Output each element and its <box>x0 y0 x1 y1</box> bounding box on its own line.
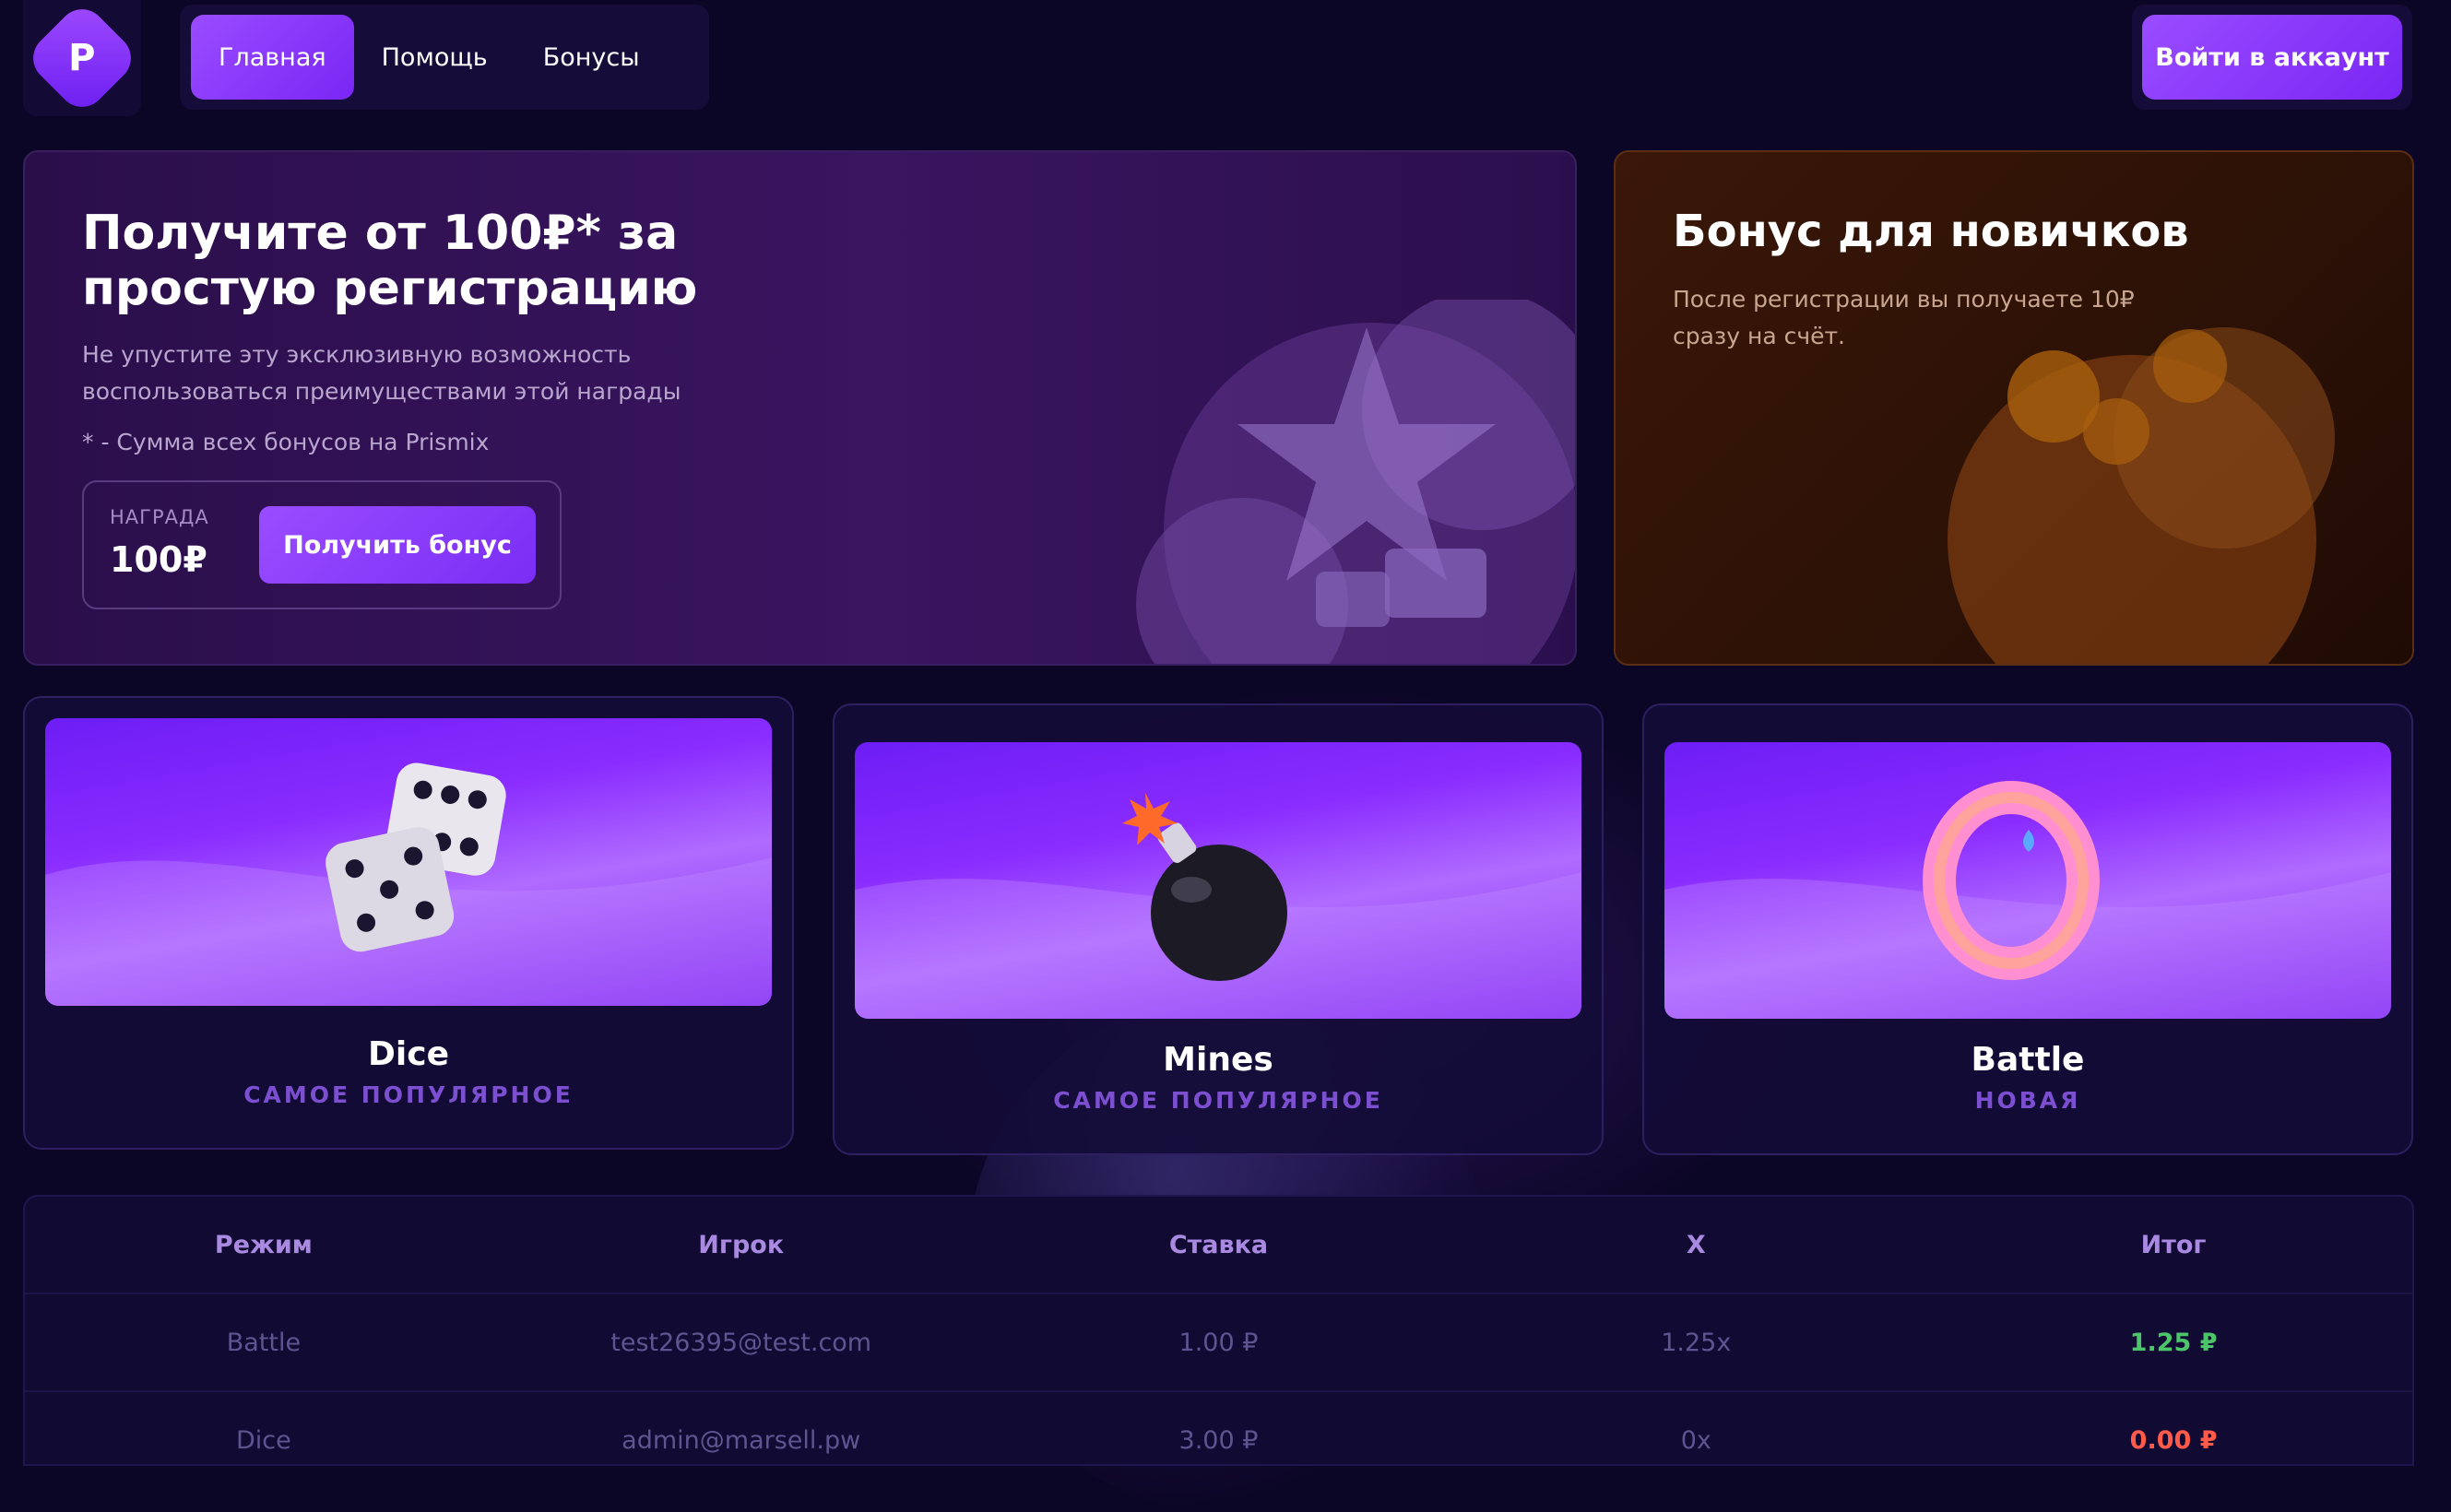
ring-icon <box>1664 781 2391 1019</box>
coins-illustration <box>1948 327 2335 664</box>
promo-subtitle: Не упустите эту эксклюзивную возможность… <box>82 341 681 405</box>
login-button[interactable]: Войти в аккаунт <box>2142 15 2402 100</box>
cell-bet: 3.00 ₽ <box>1178 1425 1259 1455</box>
nav-label: Помощь <box>381 42 488 72</box>
column-header: Игрок <box>698 1230 785 1259</box>
logo[interactable]: P <box>23 0 141 117</box>
cell-player: test26395@test.com <box>610 1328 872 1357</box>
logo-letter: P <box>68 36 96 79</box>
table-row: Dice admin@marsell.pw 3.00 ₽ 0x 0.00 ₽ <box>25 1392 2412 1464</box>
game-title: Battle <box>1971 1041 2085 1079</box>
table-header: Режим Игрок Ставка X Итог <box>25 1197 2412 1294</box>
table-row: Battle test26395@test.com 1.00 ₽ 1.25x 1… <box>25 1294 2412 1392</box>
cell-result: 1.25 ₽ <box>2129 1328 2218 1357</box>
column-header: X <box>1686 1230 1706 1259</box>
dice-icon <box>45 762 772 1006</box>
newbie-bonus-card: Бонус для новичков После регистрации вы … <box>1614 150 2414 666</box>
column-header: Режим <box>214 1230 313 1259</box>
nav-item-help[interactable]: Помощь <box>354 15 515 100</box>
nav-label: Главная <box>219 42 326 72</box>
nav-label: Бонусы <box>542 42 640 72</box>
nav-item-bonuses[interactable]: Бонусы <box>515 15 668 100</box>
game-tag: САМОЕ ПОПУЛЯРНОЕ <box>1053 1087 1383 1114</box>
cell-bet: 1.00 ₽ <box>1178 1328 1259 1357</box>
game-banner[interactable] <box>45 718 772 1006</box>
game-tag: САМОЕ ПОПУЛЯРНОЕ <box>243 1081 574 1108</box>
reward-label: НАГРАДА <box>110 506 209 528</box>
cell-mode: Dice <box>236 1425 291 1455</box>
game-banner[interactable] <box>1664 742 2391 1019</box>
promo-card: Получите от 100₽* за простую регистрацию… <box>23 150 1577 666</box>
column-header: Ставка <box>1168 1230 1269 1259</box>
logo-container[interactable]: P <box>23 0 141 117</box>
reward-value: 100₽ <box>110 539 207 580</box>
game-banner[interactable] <box>855 742 1581 1019</box>
cell-multiplier: 1.25x <box>1661 1328 1732 1357</box>
bomb-icon <box>855 793 1581 1019</box>
newbie-title: Бонус для новичков <box>1673 206 2189 257</box>
cell-player: admin@marsell.pw <box>622 1425 861 1455</box>
login-container: Войти в аккаунт <box>2132 5 2412 110</box>
promo-title: Получите от 100₽* за простую регистрацию <box>82 206 698 316</box>
promo-note: * - Сумма всех бонусов на Prismix <box>82 429 490 455</box>
game-card-mines[interactable]: Mines САМОЕ ПОПУЛЯРНОЕ <box>833 703 1604 1155</box>
game-title: Mines <box>1163 1041 1273 1079</box>
get-bonus-button[interactable]: Получить бонус <box>259 506 536 584</box>
main-nav: Главная Помощь Бонусы <box>180 5 709 110</box>
cell-result: 0.00 ₽ <box>2129 1425 2218 1455</box>
game-tag: НОВАЯ <box>1974 1087 2081 1114</box>
game-card-battle[interactable]: Battle НОВАЯ <box>1642 703 2413 1155</box>
reward-box: НАГРАДА 100₽ Получить бонус <box>82 480 562 609</box>
game-title: Dice <box>368 1035 449 1073</box>
column-header: Итог <box>2140 1230 2207 1259</box>
promo-illustration <box>1136 300 1575 664</box>
nav-item-home[interactable]: Главная <box>191 15 354 100</box>
cell-multiplier: 0x <box>1680 1425 1711 1455</box>
cell-mode: Battle <box>226 1328 302 1357</box>
bets-table: Режим Игрок Ставка X Итог Battle test263… <box>23 1195 2414 1466</box>
game-card-dice[interactable]: Dice САМОЕ ПОПУЛЯРНОЕ <box>23 696 794 1150</box>
